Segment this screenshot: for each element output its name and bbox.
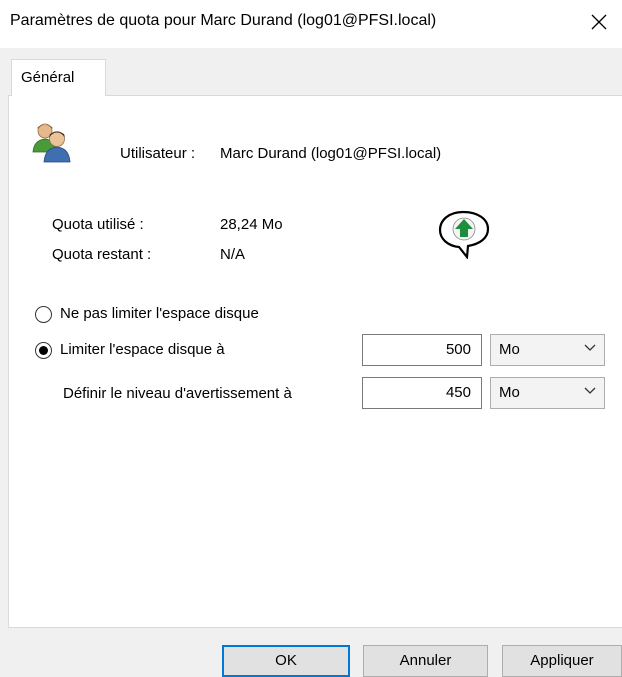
- tab-general[interactable]: Général: [11, 59, 106, 96]
- warning-unit-select[interactable]: Mo: [490, 377, 605, 409]
- quota-used-label: Quota utilisé :: [52, 216, 144, 233]
- warning-value-input[interactable]: 450: [362, 377, 482, 409]
- quota-remaining-value: N/A: [220, 246, 246, 263]
- warning-unit-value: Mo: [499, 384, 520, 401]
- ok-button[interactable]: OK: [222, 645, 350, 677]
- user-value: Marc Durand (log01@PFSI.local): [220, 145, 442, 162]
- close-button[interactable]: [576, 0, 622, 44]
- warning-label: Définir le niveau d'avertissement à: [63, 385, 292, 402]
- chevron-down-icon: [584, 387, 596, 394]
- quota-used-value: 28,24 Mo: [220, 216, 283, 233]
- no-limit-label: Ne pas limiter l'espace disque: [60, 305, 259, 322]
- window-title: Paramètres de quota pour Marc Durand (lo…: [10, 12, 437, 29]
- limit-label: Limiter l'espace disque à: [60, 341, 225, 358]
- limit-unit-select[interactable]: Mo: [490, 334, 605, 366]
- users-icon: [30, 120, 74, 168]
- user-label: Utilisateur :: [120, 145, 196, 162]
- chevron-down-icon: [584, 344, 596, 351]
- limit-unit-value: Mo: [499, 341, 520, 358]
- close-icon: [591, 14, 607, 30]
- green-up-arrow-icon: [437, 209, 493, 263]
- tab-general-label: Général: [21, 69, 75, 86]
- cancel-button[interactable]: Annuler: [363, 645, 488, 677]
- limit-radio[interactable]: [35, 342, 52, 359]
- title-bar: Paramètres de quota pour Marc Durand (lo…: [0, 0, 622, 48]
- apply-button[interactable]: Appliquer: [502, 645, 622, 677]
- no-limit-radio[interactable]: [35, 306, 52, 323]
- limit-value-input[interactable]: 500: [362, 334, 482, 366]
- quota-remaining-label: Quota restant :: [52, 246, 152, 263]
